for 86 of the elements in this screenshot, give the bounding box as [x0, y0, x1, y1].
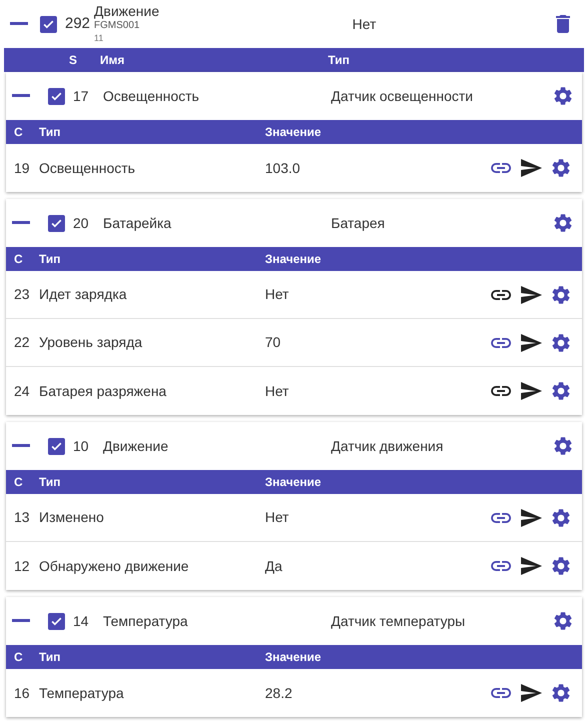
group-id: 20 [73, 214, 90, 232]
checkbox[interactable] [48, 438, 65, 454]
settings-button[interactable] [552, 85, 574, 107]
table-cell-text: 19 [14, 158, 31, 178]
device-model: FGMS001 [94, 19, 141, 32]
checkbox[interactable] [48, 612, 65, 630]
minus-icon [12, 94, 30, 98]
table-cell-text: Батарея разряжена [39, 382, 168, 401]
settings-button[interactable] [552, 435, 574, 457]
column-header: Тип [39, 474, 62, 491]
group-name: Температура [103, 612, 189, 631]
send-button[interactable] [520, 284, 542, 306]
send-button[interactable] [520, 157, 542, 179]
minus-icon [12, 221, 30, 225]
column-header: S [69, 52, 78, 69]
check-icon [50, 90, 63, 102]
column-header: Значение [265, 649, 322, 666]
table-cell-text: 28.2 [265, 684, 292, 702]
table-cell-text: 16 [14, 684, 31, 702]
device-id: 292 [65, 14, 90, 34]
table-cell-text: 12 [14, 556, 31, 576]
settings-button[interactable] [550, 506, 572, 528]
table-cell-text: 23 [14, 285, 31, 304]
check-icon [50, 216, 63, 230]
column-header: С [14, 124, 24, 141]
table-cell-text: Уровень заряда [39, 333, 144, 352]
device-value: Нет [352, 14, 376, 34]
send-button[interactable] [520, 506, 542, 528]
minus-icon [12, 444, 30, 448]
send-button[interactable] [520, 380, 542, 402]
table-cell-text: Температура [39, 684, 125, 703]
column-header: Тип [328, 52, 350, 69]
table-cell-text: 22 [14, 333, 31, 352]
check-icon [50, 614, 63, 628]
table-cell-text: 103.0 [265, 158, 300, 178]
device-name: Движение [94, 3, 160, 19]
table-cell-text: Освещенность [39, 158, 136, 178]
minus-icon [10, 22, 28, 26]
settings-button[interactable] [552, 610, 574, 632]
table-cell-text: 24 [14, 382, 31, 400]
group-name: Освещенность [103, 86, 200, 106]
table-cell-text: 13 [14, 508, 31, 527]
column-header: С [14, 251, 24, 268]
group-type: Батарея [331, 214, 385, 233]
column-header: Значение [265, 124, 322, 141]
table-cell-text: Идет зарядка [39, 285, 128, 304]
settings-button[interactable] [550, 284, 572, 306]
checkbox[interactable] [48, 88, 65, 104]
column-header: Тип [39, 649, 62, 666]
settings-button[interactable] [552, 212, 574, 234]
group-type: Датчик освещенности [331, 86, 473, 106]
check-icon [50, 440, 63, 452]
settings-button[interactable] [550, 380, 572, 402]
device-number: 11 [94, 32, 104, 45]
table-cell-text: Нет [265, 508, 289, 527]
group-name: Движение [103, 436, 170, 456]
column-header: Тип [39, 124, 62, 141]
checkbox[interactable] [40, 16, 57, 32]
table-cell-text: Нет [265, 382, 289, 400]
send-button[interactable] [520, 682, 542, 704]
column-header: Имя [100, 52, 126, 69]
column-header: Тип [39, 251, 62, 268]
table-cell-text: Обнаружено движение [39, 556, 190, 576]
settings-button[interactable] [550, 682, 572, 704]
table-cell-text: Да [265, 556, 282, 576]
settings-button[interactable] [550, 555, 572, 577]
table-cell-text: 70 [265, 333, 281, 352]
send-button[interactable] [520, 332, 542, 354]
group-id: 14 [73, 612, 90, 630]
table-cell-text: Нет [265, 285, 289, 304]
settings-button[interactable] [550, 157, 572, 179]
column-header: С [14, 474, 24, 491]
group-id: 10 [73, 436, 90, 456]
send-button[interactable] [520, 555, 542, 577]
column-header: С [14, 649, 24, 666]
group-type: Датчик температуры [331, 612, 466, 631]
table-cell-text: Изменено [39, 508, 105, 527]
settings-button[interactable] [550, 332, 572, 354]
group-name: Батарейка [103, 214, 172, 233]
column-header: Значение [265, 251, 322, 268]
minus-icon [12, 619, 30, 623]
checkbox[interactable] [48, 214, 65, 232]
group-type: Датчик движения [331, 436, 444, 456]
check-icon [42, 18, 55, 30]
column-header: Значение [265, 474, 322, 491]
group-id: 17 [73, 86, 90, 106]
